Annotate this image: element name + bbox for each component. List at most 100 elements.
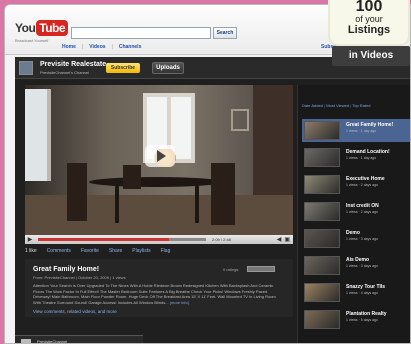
nav-separator: | bbox=[111, 44, 113, 50]
uploads-button[interactable]: Uploads bbox=[152, 62, 184, 74]
sidebar-video-item[interactable]: Executive Home 1 views · 2 days ago bbox=[302, 173, 410, 196]
favorite-button[interactable]: Favorite bbox=[81, 248, 99, 254]
channel-subtitle[interactable]: PrevisiteChannel's Channel bbox=[40, 70, 89, 75]
volume-icon[interactable]: ◀ bbox=[277, 236, 282, 243]
likes-count: 1 like bbox=[25, 248, 37, 254]
footer-avatar[interactable] bbox=[21, 339, 31, 343]
nav-channels[interactable]: Channels bbox=[119, 44, 142, 50]
sidebar-video-views: 1 views · 5 days ago bbox=[346, 318, 378, 322]
comments-button[interactable]: Comments bbox=[47, 248, 71, 254]
main-nav: Home | Videos | Channels bbox=[62, 44, 141, 50]
search-input[interactable] bbox=[71, 27, 211, 39]
video-thumbnail[interactable] bbox=[304, 202, 340, 221]
video-frame-table-leg bbox=[195, 185, 199, 223]
sidebar-video-title[interactable]: Plantation Realty bbox=[346, 311, 387, 317]
promo-banner: in Videos bbox=[332, 46, 410, 66]
rating-stars[interactable] bbox=[247, 266, 275, 272]
share-button[interactable]: Share bbox=[109, 248, 122, 254]
sidebar-video-item[interactable]: Inst credit ON 1 views · 2 days ago bbox=[302, 200, 410, 223]
sidebar-video-views: 1 views · 2 days ago bbox=[346, 183, 378, 187]
seek-bar-progress bbox=[38, 238, 170, 241]
time-readout: 2:09 / 2:48 bbox=[212, 237, 231, 242]
sidebar-sort-tabs: Date Added | Most Viewed | Top Rated bbox=[302, 103, 370, 108]
sidebar-video-views: 1 views · 1 day ago bbox=[346, 129, 377, 133]
subscribe-button[interactable]: Subscribe bbox=[106, 63, 140, 73]
player-controls: ▶ 2:09 / 2:48 ◀ ▣ bbox=[25, 235, 293, 244]
promo-line-2: Listings bbox=[347, 24, 391, 36]
sidebar-video-views: 1 views · 3 days ago bbox=[346, 264, 378, 268]
video-thumbnail[interactable] bbox=[304, 121, 340, 140]
sidebar-video-item[interactable]: Demand Location! 1 views · 1 day ago bbox=[302, 146, 410, 169]
channel-title: Previsite Realestate bbox=[40, 61, 107, 68]
video-thumbnail[interactable] bbox=[304, 229, 340, 248]
video-frame-chair bbox=[123, 165, 141, 189]
video-description: Attention Your Search is Over Upgraded T… bbox=[33, 283, 283, 305]
sidebar-video-item[interactable]: Snazzy Tour Tlls 1 views · 4 days ago bbox=[302, 281, 410, 304]
video-info-panel: Great Family Home! From: PrevisiteChanne… bbox=[25, 259, 293, 317]
sidebar-video-title[interactable]: Snazzy Tour Tlls bbox=[346, 284, 385, 290]
sidebar-video-views: 1 views · 1 day ago bbox=[346, 156, 377, 160]
player-icons: ◀ ▣ bbox=[277, 236, 290, 243]
sidebar-video-title[interactable]: Demand Location! bbox=[346, 149, 390, 155]
channel-avatar[interactable] bbox=[19, 61, 33, 75]
play-icon[interactable] bbox=[145, 145, 175, 167]
view-comments-link[interactable]: View comments, related videos, and more bbox=[33, 309, 117, 314]
play-pause-icon[interactable]: ▶ bbox=[25, 236, 35, 243]
sidebar-video-item[interactable]: Plantation Realty 1 views · 5 days ago bbox=[302, 308, 410, 331]
sidebar-video-title[interactable]: Ais Demo bbox=[346, 257, 369, 263]
logo-tube-text: Tube bbox=[36, 20, 69, 36]
promo-number: 100 bbox=[355, 0, 383, 15]
more-info-link[interactable]: (more info) bbox=[170, 300, 189, 305]
ratings-count: 0 ratings bbox=[223, 267, 239, 272]
sort-separator: | bbox=[324, 103, 326, 108]
logo-tagline: Broadcast Yourself bbox=[15, 38, 49, 43]
video-thumbnail[interactable] bbox=[304, 256, 340, 275]
fullscreen-icon[interactable]: ▣ bbox=[284, 236, 290, 243]
video-frame-chair bbox=[67, 163, 87, 221]
sort-top-rated[interactable]: Top Rated bbox=[352, 103, 370, 108]
sort-date-added[interactable]: Date Added bbox=[302, 103, 323, 108]
channel-footer: PrevisiteChannel bbox=[15, 335, 143, 343]
nav-home[interactable]: Home bbox=[62, 44, 76, 50]
youtube-logo[interactable]: You Tube bbox=[15, 19, 69, 37]
sidebar-video-views: 1 views · 3 days ago bbox=[346, 237, 378, 241]
sidebar-video-list: Great Family Home! 1 views · 1 day ago D… bbox=[302, 119, 410, 335]
logo-you-text: You bbox=[15, 21, 36, 35]
sidebar-video-item[interactable]: Ais Demo 1 views · 3 days ago bbox=[302, 254, 410, 277]
sidebar-video-title[interactable]: Demo bbox=[346, 230, 360, 236]
sidebar-video-title[interactable]: Executive Home bbox=[346, 176, 385, 182]
video-frame-table bbox=[89, 177, 223, 187]
uploads-sidebar: Date Added | Most Viewed | Top Rated Gre… bbox=[297, 85, 410, 343]
sidebar-video-views: 1 views · 2 days ago bbox=[346, 210, 378, 214]
video-frame-table-leg bbox=[115, 185, 119, 223]
sidebar-video-views: 1 views · 4 days ago bbox=[346, 291, 378, 295]
video-title: Great Family Home! bbox=[33, 266, 100, 273]
video-frame-floor bbox=[25, 195, 293, 235]
sidebar-video-item[interactable]: Demo 1 views · 3 days ago bbox=[302, 227, 410, 250]
sidebar-video-title[interactable]: Inst credit ON bbox=[346, 203, 379, 209]
seek-bar[interactable] bbox=[38, 238, 206, 241]
video-actions: 1 like Comments Favorite Share Playlists… bbox=[25, 246, 293, 256]
video-meta: From: PrevisiteChannel | October 20, 200… bbox=[33, 275, 126, 280]
video-frame-chair bbox=[211, 163, 235, 225]
flag-button[interactable]: Flag bbox=[161, 248, 171, 254]
sidebar-video-title[interactable]: Great Family Home! bbox=[346, 122, 393, 128]
sort-most-viewed[interactable]: Most Viewed bbox=[326, 103, 349, 108]
video-thumbnail[interactable] bbox=[304, 310, 340, 329]
footer-channel-name[interactable]: PrevisiteChannel bbox=[37, 339, 67, 343]
channel-area: Previsite Realestate PrevisiteChannel's … bbox=[15, 57, 410, 343]
video-frame-picture bbox=[231, 109, 249, 131]
video-player[interactable] bbox=[25, 85, 293, 235]
promo-line-1: of your bbox=[355, 14, 383, 24]
video-thumbnail[interactable] bbox=[304, 148, 340, 167]
video-thumbnail[interactable] bbox=[304, 175, 340, 194]
video-frame-window bbox=[25, 89, 51, 181]
video-description-text: Attention Your Search is Over Upgraded T… bbox=[33, 283, 276, 305]
sidebar-video-item[interactable]: Great Family Home! 1 views · 1 day ago bbox=[302, 119, 410, 142]
video-thumbnail[interactable] bbox=[304, 283, 340, 302]
playlists-button[interactable]: Playlists bbox=[132, 248, 150, 254]
search-button[interactable]: Search bbox=[213, 27, 237, 39]
promo-badge: 100 of your Listings bbox=[328, 0, 410, 46]
nav-separator: | bbox=[81, 44, 84, 50]
nav-videos[interactable]: Videos bbox=[89, 44, 105, 50]
